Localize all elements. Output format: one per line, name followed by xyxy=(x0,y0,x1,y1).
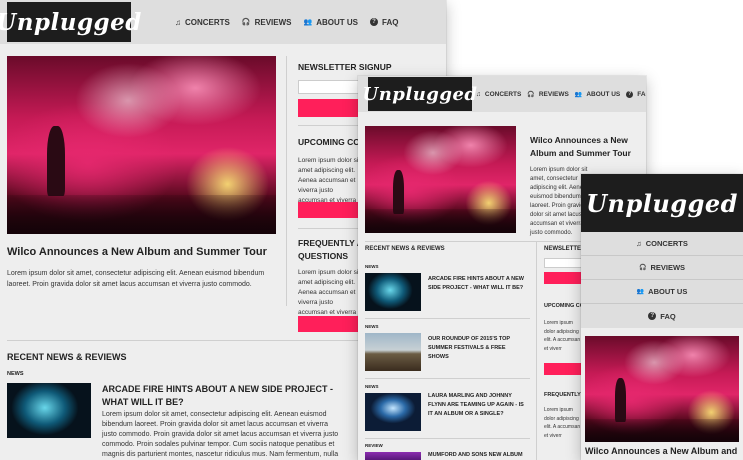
performer-figure xyxy=(47,126,65,196)
faq-text: Lorem ipsum dolor adipiscing elit. A acc… xyxy=(544,407,581,439)
nav-reviews[interactable]: 🎧 REVIEWS xyxy=(527,91,568,98)
performer-figure xyxy=(615,378,626,422)
news-thumbnail[interactable] xyxy=(365,452,421,460)
upcoming-concerts-text: Lorem ipsum dolor sit amet adipiscing el… xyxy=(298,157,361,204)
question-icon: ? xyxy=(370,18,379,26)
nav-label: FAQ xyxy=(637,90,646,98)
nav-about-us[interactable]: 👥 ABOUT US xyxy=(581,280,743,304)
nav-label: REVIEWS xyxy=(650,263,686,272)
column-divider xyxy=(286,56,287,306)
mobile-header: Unplugged xyxy=(581,174,743,232)
newsletter-heading: NEWSLETTER SIGNUP xyxy=(298,62,392,72)
hero-image[interactable] xyxy=(585,336,739,442)
mobile-nav: ♫ CONCERTS 🎧 REVIEWS 👥 ABOUT US ? FAQ xyxy=(581,232,743,328)
nav-label: FAQ xyxy=(660,311,676,321)
news-excerpt: Lorem ipsum dolor sit amet, consectetur … xyxy=(102,411,339,458)
news-thumbnail[interactable] xyxy=(365,273,421,311)
news-thumbnail[interactable] xyxy=(365,393,421,431)
nav-label: CONCERTS xyxy=(645,239,688,248)
question-icon: ? xyxy=(626,90,634,98)
music-icon: ♫ xyxy=(636,239,642,248)
logo[interactable]: Unplugged xyxy=(363,77,477,111)
faq-heading: FREQUENTLY A QUESTIONS xyxy=(298,238,363,261)
faq-heading: FREQUENTLY A xyxy=(544,392,586,398)
upcoming-concerts-heading: UPCOMING CO xyxy=(544,303,585,309)
news-title[interactable]: MUMFORD AND SONS NEW ALBUM xyxy=(428,451,524,460)
users-icon: 👥 xyxy=(574,91,583,98)
nav-label: CONCERTS xyxy=(185,17,230,27)
logo[interactable]: Unplugged xyxy=(0,2,141,42)
nav-label: FAQ xyxy=(382,17,399,27)
desktop-nav: Unplugged ♫ CONCERTS 🎧 REVIEWS 👥 ABOUT US ?… xyxy=(0,0,446,44)
news-title[interactable]: LAURA MARLING AND JOHNNY FLYNN ARE TEAMI… xyxy=(428,392,524,419)
nav-faq[interactable]: ?FAQ xyxy=(626,90,646,98)
mobile-preview: Unplugged ♫ CONCERTS 🎧 REVIEWS 👥 ABOUT US ?… xyxy=(581,174,743,460)
nav-about-us[interactable]: 👥 ABOUT US xyxy=(304,18,359,27)
hero-title[interactable]: Wilco Announces a New Album and Summer T… xyxy=(7,246,287,258)
headphones-icon: 🎧 xyxy=(241,19,251,26)
news-thumbnail[interactable] xyxy=(7,383,91,438)
item-divider xyxy=(365,438,530,439)
hero-image[interactable] xyxy=(7,56,276,234)
recent-news-heading: RECENT NEWS & REVIEWS xyxy=(7,352,127,362)
news-tag: NEWS xyxy=(365,324,379,329)
news-thumbnail[interactable] xyxy=(365,333,421,371)
nav-concerts[interactable]: ♫ CONCERTS xyxy=(476,91,521,98)
users-icon: 👥 xyxy=(303,19,313,26)
users-icon: 👥 xyxy=(636,289,645,295)
headphones-icon: 🎧 xyxy=(527,91,535,98)
nav-label: REVIEWS xyxy=(254,17,292,27)
music-icon: ♫ xyxy=(175,17,181,27)
review-tag: REVIEW xyxy=(365,443,383,448)
headphones-icon: 🎧 xyxy=(638,265,647,271)
news-title[interactable]: ARCADE FIRE HINTS ABOUT A NEW SIDE PROJE… xyxy=(102,383,342,409)
news-tag: NEWS xyxy=(365,264,379,269)
news-title[interactable]: ARCADE FIRE HINTS ABOUT A NEW SIDE PROJE… xyxy=(428,275,524,293)
performer-figure xyxy=(393,170,404,214)
stage-floor xyxy=(365,209,516,233)
item-divider xyxy=(365,318,530,319)
music-icon: ♫ xyxy=(476,90,481,98)
news-title[interactable]: OUR ROUNDUP OF 2015'S TOP SUMMER FESTIVA… xyxy=(428,335,524,362)
nav-label: CONCERTS xyxy=(484,90,522,98)
recent-news-heading: RECENT NEWS & REVIEWS xyxy=(365,246,445,252)
upcoming-concerts-heading: UPCOMING CO xyxy=(298,137,360,147)
faq-text: Lorem ipsum dolor sit amet adipiscing el… xyxy=(298,269,361,316)
stage-floor xyxy=(7,194,276,234)
nav-label: REVIEWS xyxy=(538,90,569,98)
nav-faq[interactable]: ?FAQ xyxy=(581,304,743,328)
hero-title[interactable]: Wilco Announces a New Album and Summer T… xyxy=(530,134,634,160)
tablet-nav: Unplugged ♫ CONCERTS 🎧 REVIEWS 👥 ABOUT US ?… xyxy=(358,76,646,112)
item-divider xyxy=(365,378,530,379)
stage-floor xyxy=(585,418,739,442)
hero-image[interactable] xyxy=(365,126,516,233)
nav-label: ABOUT US xyxy=(586,90,621,98)
news-tag: NEWS xyxy=(7,371,24,377)
column-divider xyxy=(536,241,537,460)
nav-reviews[interactable]: 🎧 REVIEWS xyxy=(581,256,743,280)
nav-label: ABOUT US xyxy=(316,17,359,27)
hero-title[interactable]: Wilco Announces a New Album and xyxy=(585,446,743,456)
nav-label: ABOUT US xyxy=(648,287,688,296)
logo[interactable]: Unplugged xyxy=(586,189,738,218)
nav-about-us[interactable]: 👥 ABOUT US xyxy=(575,91,620,98)
nav-reviews[interactable]: 🎧 REVIEWS xyxy=(242,18,292,27)
nav-concerts[interactable]: ♫ CONCERTS xyxy=(175,18,230,27)
nav-concerts[interactable]: ♫ CONCERTS xyxy=(581,232,743,256)
question-icon: ? xyxy=(648,312,657,320)
hero-excerpt: Lorem ipsum dolor sit amet, consectetur … xyxy=(7,270,265,288)
news-tag: NEWS xyxy=(365,384,379,389)
nav-faq[interactable]: ?FAQ xyxy=(370,18,398,27)
upcoming-concerts-text: Lorem ipsum dolor adipiscing elit. A acc… xyxy=(544,320,581,352)
